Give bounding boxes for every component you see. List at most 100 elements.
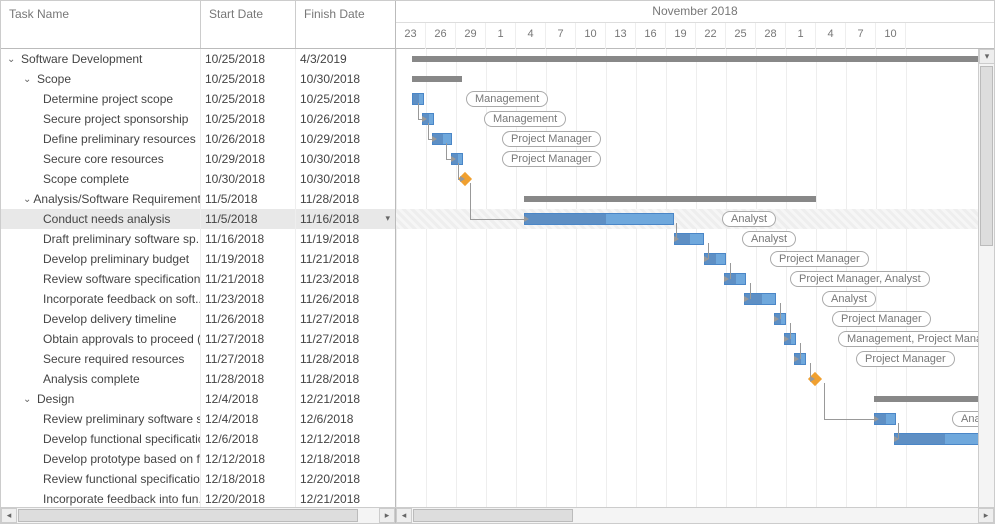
scroll-right-button[interactable]: ▸ [379, 508, 395, 523]
header-start[interactable]: Start Date [201, 1, 296, 48]
expand-chevron-icon[interactable]: ⌄ [23, 394, 35, 405]
task-name-cell[interactable]: ⌄Software Development [1, 49, 201, 69]
gantt-row[interactable] [396, 189, 994, 209]
finish-date-cell[interactable]: 12/21/2018 [296, 389, 394, 409]
summary-bar[interactable] [412, 76, 462, 82]
expand-chevron-icon[interactable]: ⌄ [7, 54, 19, 65]
start-date-cell[interactable]: 11/5/2018 [201, 189, 296, 209]
scroll-thumb[interactable] [980, 66, 993, 246]
finish-date-cell[interactable]: 11/27/2018 [296, 309, 394, 329]
start-date-cell[interactable]: 11/21/2018 [201, 269, 296, 289]
start-date-cell[interactable]: 10/25/2018 [201, 109, 296, 129]
gantt-row[interactable] [396, 469, 994, 489]
table-row[interactable]: Scope complete10/30/201810/30/2018 [1, 169, 395, 189]
task-name-cell[interactable]: ⌄Design [1, 389, 201, 409]
start-date-cell[interactable]: 11/19/2018 [201, 249, 296, 269]
task-name-cell[interactable]: Draft preliminary software sp... [1, 229, 201, 249]
gantt-row[interactable]: Management, Project Manag [396, 329, 994, 349]
finish-date-cell[interactable]: 12/18/2018 [296, 449, 394, 469]
scroll-thumb[interactable] [413, 509, 573, 522]
table-row[interactable]: Incorporate feedback on soft...11/23/201… [1, 289, 395, 309]
task-name-cell[interactable]: Obtain approvals to proceed (... [1, 329, 201, 349]
table-row[interactable]: Incorporate feedback into fun...12/20/20… [1, 489, 395, 509]
task-name-cell[interactable]: Incorporate feedback on soft... [1, 289, 201, 309]
finish-date-cell[interactable]: 11/23/2018 [296, 269, 394, 289]
finish-date-cell[interactable]: 12/6/2018 [296, 409, 394, 429]
dropdown-arrow-icon[interactable]: ▾ [385, 213, 390, 224]
table-row[interactable]: Develop prototype based on f...12/12/201… [1, 449, 395, 469]
start-date-cell[interactable]: 12/6/2018 [201, 429, 296, 449]
finish-date-cell[interactable]: 11/28/2018 [296, 369, 394, 389]
gantt-row[interactable] [396, 369, 994, 389]
gantt-row[interactable]: Project Manager [396, 149, 994, 169]
table-row[interactable]: Review preliminary software s...12/4/201… [1, 409, 395, 429]
finish-date-cell[interactable]: 11/27/2018 [296, 329, 394, 349]
start-date-cell[interactable]: 10/30/2018 [201, 169, 296, 189]
scroll-left-button[interactable]: ◂ [396, 508, 412, 523]
finish-date-cell[interactable]: 4/3/2019 [296, 49, 394, 69]
task-name-cell[interactable]: Analysis complete [1, 369, 201, 389]
start-date-cell[interactable]: 12/4/2018 [201, 389, 296, 409]
finish-date-cell[interactable]: 11/21/2018 [296, 249, 394, 269]
expand-chevron-icon[interactable]: ⌄ [23, 74, 35, 85]
task-name-cell[interactable]: Develop prototype based on f... [1, 449, 201, 469]
start-date-cell[interactable]: 11/5/2018 [201, 209, 296, 229]
scroll-left-button[interactable]: ◂ [1, 508, 17, 523]
header-task[interactable]: Task Name [1, 1, 201, 48]
gantt-row[interactable] [396, 449, 994, 469]
task-name-cell[interactable]: Scope complete [1, 169, 201, 189]
gantt-row[interactable] [396, 69, 994, 89]
table-row[interactable]: Secure required resources11/27/201811/28… [1, 349, 395, 369]
table-row[interactable]: Review software specifications...11/21/2… [1, 269, 395, 289]
gantt-row[interactable]: Project Manager [396, 309, 994, 329]
task-name-cell[interactable]: Conduct needs analysis [1, 209, 201, 229]
table-row[interactable]: Develop functional specificatio...12/6/2… [1, 429, 395, 449]
task-name-cell[interactable]: ⌄Scope [1, 69, 201, 89]
grid-hscroll[interactable]: ◂ ▸ [1, 508, 396, 523]
gantt-row[interactable]: Analyst [396, 289, 994, 309]
table-row[interactable]: Develop delivery timeline11/26/201811/27… [1, 309, 395, 329]
gantt-row[interactable]: Analyst [396, 209, 994, 229]
finish-date-cell[interactable]: 10/26/2018 [296, 109, 394, 129]
finish-date-cell[interactable]: 11/28/2018 [296, 189, 394, 209]
finish-date-cell[interactable]: 12/21/2018 [296, 489, 394, 509]
header-finish[interactable]: Finish Date [296, 1, 394, 48]
start-date-cell[interactable]: 10/25/2018 [201, 69, 296, 89]
finish-date-cell[interactable]: 11/16/2018▾ [296, 209, 394, 229]
start-date-cell[interactable]: 10/26/2018 [201, 129, 296, 149]
table-row[interactable]: Develop preliminary budget11/19/201811/2… [1, 249, 395, 269]
summary-bar[interactable] [524, 196, 816, 202]
table-row[interactable]: Conduct needs analysis11/5/201811/16/201… [1, 209, 395, 229]
summary-bar[interactable] [874, 396, 982, 402]
finish-date-cell[interactable]: 10/29/2018 [296, 129, 394, 149]
task-name-cell[interactable]: Secure required resources [1, 349, 201, 369]
table-row[interactable]: Secure project sponsorship10/25/201810/2… [1, 109, 395, 129]
task-name-cell[interactable]: Review software specifications... [1, 269, 201, 289]
task-name-cell[interactable]: Review preliminary software s... [1, 409, 201, 429]
finish-date-cell[interactable]: 11/19/2018 [296, 229, 394, 249]
start-date-cell[interactable]: 11/27/2018 [201, 329, 296, 349]
start-date-cell[interactable]: 11/23/2018 [201, 289, 296, 309]
task-bar[interactable] [524, 213, 674, 225]
gantt-row[interactable]: Project Manager [396, 249, 994, 269]
gantt-row[interactable] [396, 489, 994, 509]
task-name-cell[interactable]: ⌄Analysis/Software Requirements [1, 189, 201, 209]
finish-date-cell[interactable]: 12/12/2018 [296, 429, 394, 449]
table-row[interactable]: Determine project scope10/25/201810/25/2… [1, 89, 395, 109]
finish-date-cell[interactable]: 10/25/2018 [296, 89, 394, 109]
table-row[interactable]: Obtain approvals to proceed (...11/27/20… [1, 329, 395, 349]
task-name-cell[interactable]: Incorporate feedback into fun... [1, 489, 201, 509]
start-date-cell[interactable]: 11/26/2018 [201, 309, 296, 329]
expand-chevron-icon[interactable]: ⌄ [23, 194, 31, 205]
vertical-scrollbar[interactable]: ▴ ▾ [978, 49, 994, 507]
scroll-right-button[interactable]: ▸ [978, 508, 994, 523]
start-date-cell[interactable]: 12/4/2018 [201, 409, 296, 429]
task-name-cell[interactable]: Develop preliminary budget [1, 249, 201, 269]
start-date-cell[interactable]: 11/27/2018 [201, 349, 296, 369]
chart-hscroll[interactable]: ◂ ▸ [396, 508, 994, 523]
table-row[interactable]: Analysis complete11/28/201811/28/2018 [1, 369, 395, 389]
summary-bar[interactable] [412, 56, 982, 62]
table-row[interactable]: Secure core resources10/29/201810/30/201… [1, 149, 395, 169]
gantt-row[interactable] [396, 49, 994, 69]
finish-date-cell[interactable]: 11/26/2018 [296, 289, 394, 309]
